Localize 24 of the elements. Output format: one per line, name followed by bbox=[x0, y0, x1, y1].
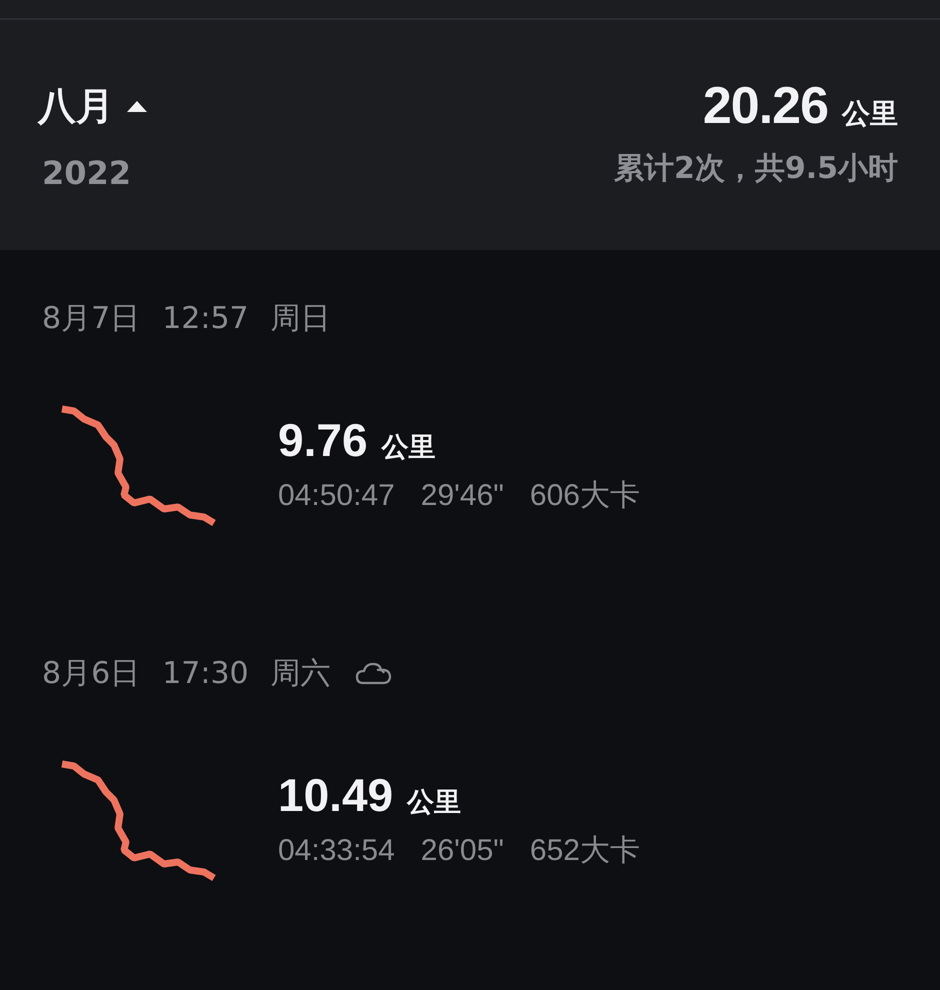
activity-date: 8月7日 bbox=[42, 300, 140, 338]
activity-duration: 04:33:54 bbox=[278, 834, 395, 868]
activity-weekday: 周日 bbox=[270, 300, 331, 338]
activity-pace: 26'05" bbox=[420, 834, 504, 868]
activity-row[interactable]: 9.76 公里 04:50:47 29'46" 606大卡 bbox=[42, 399, 940, 529]
activity-time: 17:30 bbox=[162, 656, 249, 691]
activity-distance: 9.76 bbox=[278, 412, 368, 466]
total-distance: 20.26 bbox=[702, 76, 828, 136]
distance-unit: 公里 bbox=[382, 430, 436, 464]
activity-pace: 29'46" bbox=[420, 478, 504, 512]
month-title[interactable]: 八月 bbox=[38, 80, 114, 132]
activity-weekday: 周六 bbox=[270, 655, 331, 693]
year-label: 2022 bbox=[42, 154, 132, 192]
activity-calories: 606大卡 bbox=[530, 478, 640, 514]
activity-row[interactable]: 10.49 公里 04:33:54 26'05" 652大卡 bbox=[42, 754, 940, 884]
distance-unit: 公里 bbox=[407, 786, 462, 820]
activity-date: 8月6日 bbox=[42, 655, 140, 693]
distance-unit: 公里 bbox=[842, 96, 898, 132]
caret-icon[interactable] bbox=[126, 99, 148, 113]
activity-time: 12:57 bbox=[162, 301, 249, 336]
activity-duration: 04:50:47 bbox=[278, 478, 395, 512]
totals-label: 累计2次，共9.5小时 bbox=[614, 150, 898, 188]
activity-distance: 10.49 bbox=[278, 768, 394, 822]
activity-calories: 652大卡 bbox=[530, 832, 640, 868]
